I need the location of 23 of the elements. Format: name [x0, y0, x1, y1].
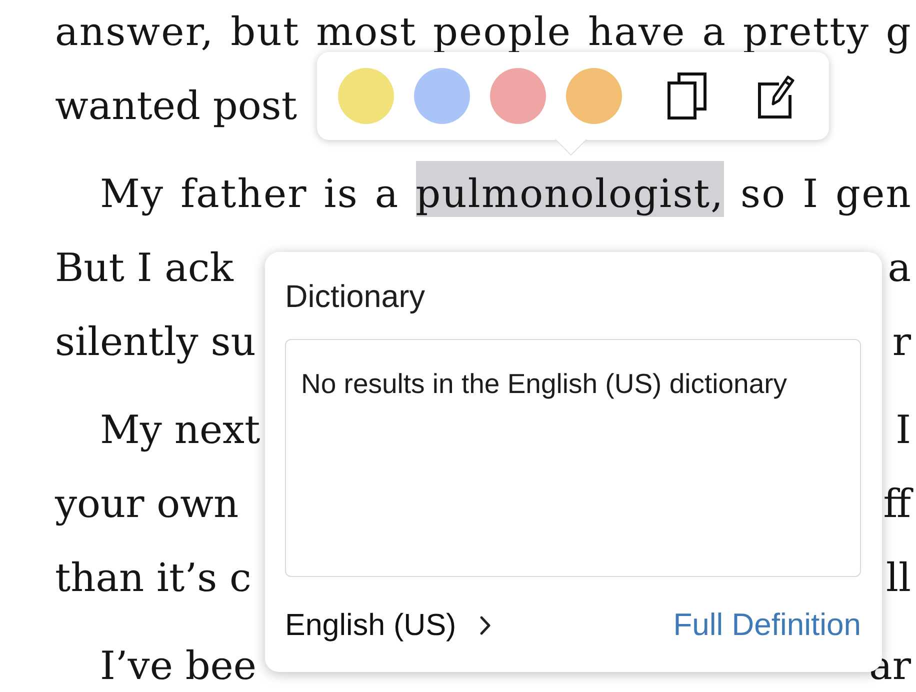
note-icon[interactable] — [757, 73, 795, 119]
no-results-message: No results in the English (US) dictionary — [301, 368, 788, 400]
dictionary-title: Dictionary — [285, 278, 426, 314]
book-text: silently su — [55, 320, 256, 365]
book-text: so I gen — [740, 172, 912, 217]
copy-icon[interactable] — [667, 72, 707, 120]
book-text: answer, but most people have a pretty g — [55, 10, 912, 55]
book-text: a — [888, 245, 912, 293]
book-text: than it’s c — [55, 556, 252, 601]
book-text: ff — [883, 468, 916, 542]
chevron-right-icon — [480, 616, 492, 634]
book-text: My next — [100, 408, 260, 453]
book-text: r — [892, 319, 912, 367]
book-text: your own — [55, 482, 239, 527]
book-text: I — [896, 407, 912, 455]
full-definition-link[interactable]: Full Definition — [673, 607, 861, 643]
highlighted-word[interactable]: pulmonologist, — [416, 161, 724, 217]
book-text: I’ve bee — [100, 644, 256, 689]
book-text: My father is a — [100, 172, 400, 217]
book-text: But I ack — [55, 246, 234, 291]
language-button[interactable]: English (US) — [285, 607, 492, 643]
book-text: wanted post — [55, 84, 297, 129]
book-text: ll — [886, 555, 912, 603]
